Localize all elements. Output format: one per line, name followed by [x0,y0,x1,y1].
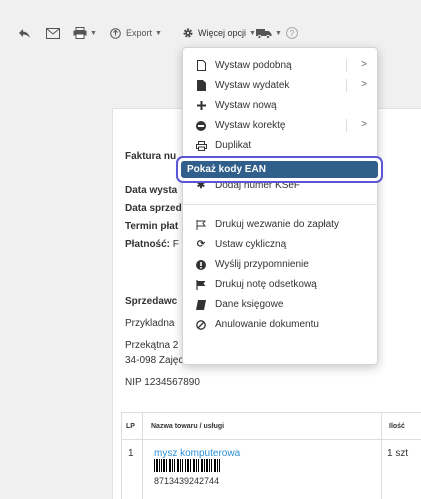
menu-item-label: Wyślij przypomnienie [215,259,309,270]
chevron-right-icon: > [361,59,367,70]
export-icon [110,27,121,39]
seller-street: Przekątna 2 [125,340,179,351]
menu-item-accounting-data[interactable]: Dane księgowe [183,295,379,314]
document-icon [195,60,207,71]
payment-value: F [172,239,179,250]
reply-icon[interactable] [18,24,31,42]
row-qty: 1 szt [387,448,409,459]
more-options-menu: Wystaw podobną > Wystaw wydatek > Wystaw… [182,47,379,365]
ban-icon [195,319,207,330]
menu-divider [183,204,379,205]
menu-item-label: Anulowanie dokumentu [215,319,319,330]
minus-circle-icon [195,120,207,131]
printer-icon [73,27,87,39]
seller-heading: Sprzedawc [125,296,178,307]
truck-dropdown-button[interactable]: ▼ ? [256,24,298,42]
flag-outline-icon [195,219,207,230]
menu-item-issue-expense[interactable]: Wystaw wydatek > [183,76,379,95]
menu-item-label: Duplikat [215,140,252,151]
menu-item-label: Dane księgowe [215,299,284,310]
col-lp-header: LP [126,422,135,430]
ean-code: 8713439242744 [154,476,220,486]
print-dropdown-button[interactable]: ▼ [73,24,97,42]
more-options-label: Więcej opcji [198,28,247,38]
col-qty-header: Ilość [389,422,405,430]
payment-label: Płatność: [125,239,171,250]
export-label: Export [126,28,153,38]
menu-item-label: Wystaw podobną [215,60,292,71]
row-lp: 1 [128,448,134,459]
truck-icon [256,28,272,39]
refresh-icon: ⟳ [196,239,206,250]
menu-item-label: Wystaw korektę [215,120,286,131]
seller-name: Przykladna [125,318,175,329]
invoice-title: Faktura nu [125,151,177,162]
payment-method: Płatność: F [125,239,179,250]
chevron-right-icon: > [361,79,367,90]
menu-item-duplicate[interactable]: Duplikat [183,136,379,155]
flag-icon [195,279,207,290]
filled-document-icon [195,80,207,91]
menu-item-label: Wystaw wydatek [215,80,290,91]
chevron-right-icon: > [361,119,367,130]
chevron-down-icon: ▼ [275,29,282,37]
plus-icon [195,101,207,110]
col-name-header: Nazwa towaru / usługi [151,422,225,430]
menu-item-cancel-document[interactable]: Anulowanie dokumentu [183,315,379,334]
chevron-down-icon: ▼ [90,29,97,37]
sale-date-label: Data sprzed [125,203,182,214]
menu-item-label: Pokaż kody EAN [181,161,378,178]
print-icon [195,140,207,151]
menu-item-print-interest-note[interactable]: Drukuj notę odsetkową [183,275,379,294]
seller-nip: NIP 1234567890 [125,377,200,388]
menu-item-label: Drukuj wezwanie do zapłaty [215,219,339,230]
menu-item-issue-similar[interactable]: Wystaw podobną > [183,56,379,75]
product-link[interactable]: mysz komputerowa [154,448,240,459]
menu-item-send-reminder[interactable]: Wyślij przypomnienie [183,255,379,274]
help-icon[interactable]: ? [285,27,298,39]
envelope-icon[interactable] [46,24,60,42]
menu-item-label: Ustaw cykliczną [215,239,287,250]
menu-item-print-payment-request[interactable]: Drukuj wezwanie do zapłaty [183,215,379,234]
more-options-button[interactable]: Więcej opcji ▼ [182,24,256,42]
book-icon [195,299,207,310]
payment-term-label: Termin płat [125,221,179,232]
menu-item-label: Wystaw nową [215,100,277,111]
menu-item-show-ean-codes[interactable]: Pokaż kody EAN [176,156,383,183]
menu-item-set-recurring[interactable]: ⟳ Ustaw cykliczną [183,235,379,254]
menu-item-label: Drukuj notę odsetkową [215,279,317,290]
chevron-down-icon: ▼ [249,29,256,37]
chevron-down-icon: ▼ [155,29,162,37]
barcode-image [154,459,220,472]
exclamation-circle-icon [195,259,207,270]
export-button[interactable]: Export ▼ [110,24,162,42]
menu-item-issue-correction[interactable]: Wystaw korektę > [183,116,379,135]
gear-icon [183,28,193,38]
issue-date-label: Data wysta [125,185,178,196]
menu-item-issue-new[interactable]: Wystaw nową [183,96,379,115]
